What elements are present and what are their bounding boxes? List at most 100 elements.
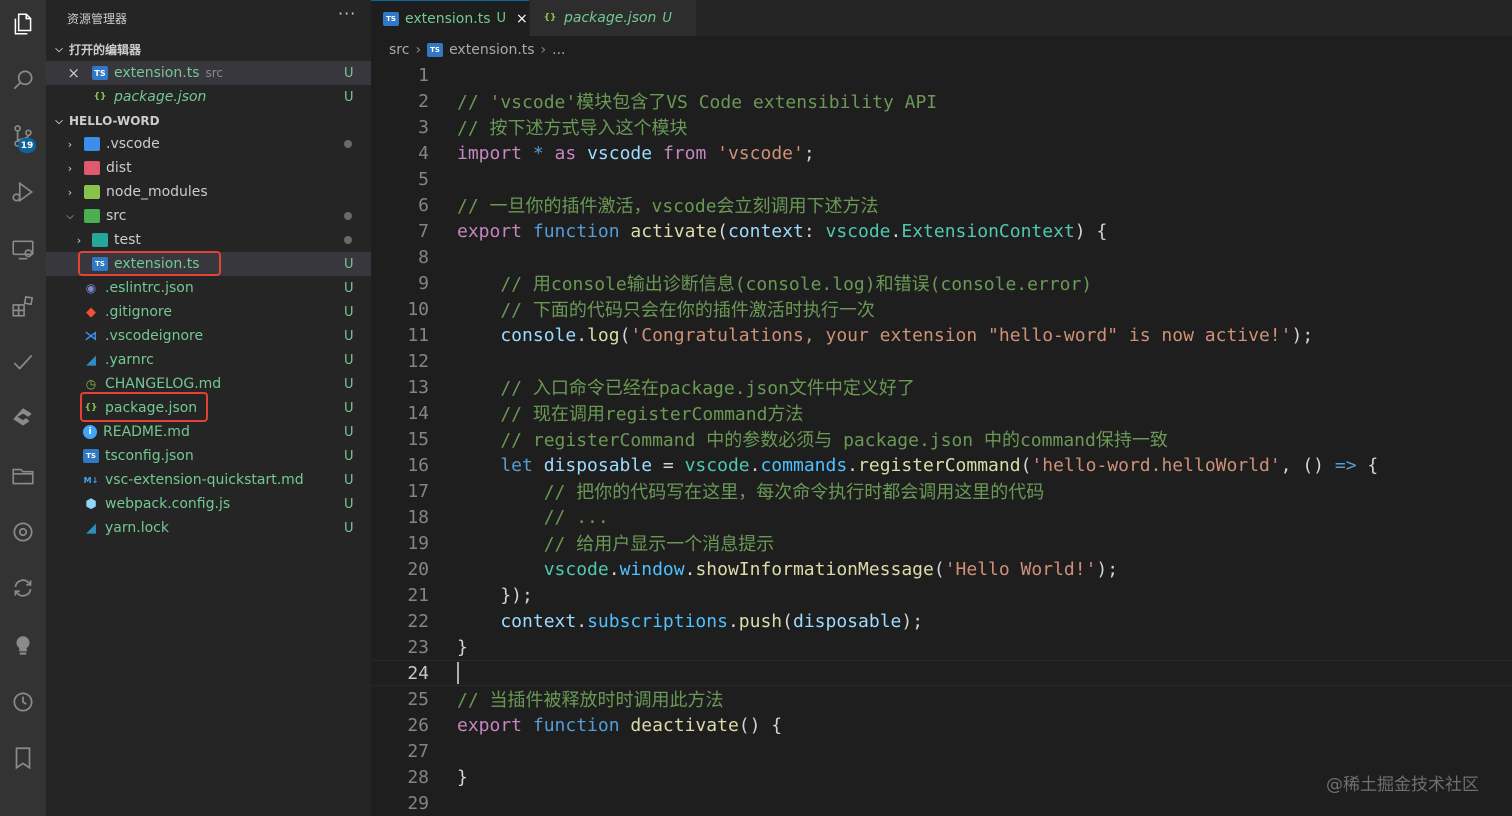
json-file-icon: {} [543, 13, 557, 23]
target-icon[interactable] [7, 516, 39, 548]
line-number: 26 [407, 714, 429, 736]
tree-file[interactable]: ◢ yarn.lock U [46, 516, 371, 540]
string: 'vscode' [706, 142, 804, 164]
more-actions-button[interactable]: ··· [338, 4, 356, 23]
code-line: 27 [371, 738, 1512, 764]
type: ExtensionContext [901, 220, 1075, 242]
explorer-icon[interactable] [7, 8, 39, 40]
string: 'Congratulations, your extension "hello-… [630, 324, 1292, 346]
code-line: 2 // 'vscode'模块包含了VS Code extensibility A… [371, 88, 1512, 114]
open-editor-item[interactable]: {} package.json U [46, 85, 371, 109]
parameter: context [727, 220, 804, 242]
punctuation: ); [1096, 558, 1119, 580]
identifier: vscode [576, 142, 663, 164]
folder-icon[interactable] [7, 460, 39, 492]
run-debug-icon[interactable] [7, 176, 39, 208]
json-file-icon: {} [93, 92, 107, 102]
punctuation: : [803, 220, 826, 242]
code-line: 20 vscode.window.showInformationMessage(… [371, 556, 1512, 582]
close-tab-icon[interactable]: × [516, 11, 528, 27]
code-line: 9 // 用console输出诊断信息(console.log)和错误(cons… [371, 270, 1512, 296]
line-number: 9 [418, 272, 429, 294]
line-number: 4 [418, 142, 429, 164]
open-editor-item[interactable]: × TS extension.ts src U [46, 61, 371, 85]
file-name: .yarnrc [105, 352, 154, 368]
tree-folder[interactable]: › test [46, 228, 371, 252]
operator: = [652, 454, 685, 476]
breadcrumb-symbol[interactable]: ... [552, 42, 565, 58]
line-number: 6 [418, 194, 429, 216]
function-name: showInformationMessage [695, 558, 934, 580]
punctuation: () { [738, 714, 783, 736]
sync-icon[interactable] [7, 572, 39, 604]
untracked-badge: U [344, 520, 354, 536]
yarn-icon: ◢ [86, 520, 96, 536]
untracked-badge: U [344, 256, 354, 272]
breadcrumb-folder[interactable]: src [389, 42, 409, 58]
comment: // 入口命令已经在package.json文件中定义好了 [457, 378, 915, 399]
file-name: package.json [114, 89, 207, 105]
line-number: 7 [418, 220, 429, 242]
line-number: 10 [407, 298, 429, 320]
line-number: 22 [407, 610, 429, 632]
tree-file[interactable]: TS tsconfig.json U [46, 444, 371, 468]
comment: // ... [457, 506, 609, 528]
breadcrumb-file[interactable]: extension.ts [449, 42, 534, 58]
testing-icon[interactable] [7, 346, 39, 378]
tree-file[interactable]: M↓ vsc-extension-quickstart.md U [46, 468, 371, 492]
tree-file[interactable]: i README.md U [46, 420, 371, 444]
line-number: 12 [407, 350, 429, 372]
git-icon: ◆ [86, 304, 96, 320]
typescript-file-icon: TS [92, 66, 108, 80]
type: vscode [825, 220, 891, 242]
live-share-icon[interactable] [7, 402, 39, 434]
string: 'Hello World!' [944, 558, 1097, 580]
function-name: registerCommand [858, 454, 1021, 476]
comment: // 'vscode'模块包含了VS Code extensibility AP… [457, 92, 938, 113]
tree-folder[interactable]: ⌵ src [46, 204, 371, 228]
tree-folder[interactable]: › node_modules [46, 180, 371, 204]
watermark: @稀土掘金技术社区 [1326, 775, 1479, 795]
tree-file[interactable]: ⬢ webpack.config.js U [46, 492, 371, 516]
modified-dot [344, 140, 352, 148]
identifier: disposable [532, 454, 653, 476]
punctuation: . [847, 454, 859, 476]
remote-explorer-icon[interactable] [7, 234, 39, 266]
bookmark-icon[interactable] [7, 742, 39, 774]
file-name: vsc-extension-quickstart.md [105, 472, 304, 488]
tree-file[interactable]: ⋊ .vscodeignore U [46, 324, 371, 348]
arrow: => [1334, 454, 1357, 476]
tree-file[interactable]: ◢ .yarnrc U [46, 348, 371, 372]
tab-package-json[interactable]: {} package.json U [530, 0, 696, 36]
tab-label: package.json [564, 10, 657, 26]
keyword: function [522, 714, 631, 736]
extensions-icon[interactable] [7, 290, 39, 322]
line-number: 18 [407, 506, 429, 528]
chevron-right-icon: › [415, 42, 422, 58]
punctuation: . [727, 610, 739, 632]
code-line: 15 // registerCommand 中的参数必须与 package.js… [371, 426, 1512, 452]
line-number: 5 [418, 168, 429, 190]
workspace-header[interactable]: ⌵ HELLO-WORD [46, 110, 371, 132]
code-text: }); [457, 584, 533, 606]
property: subscriptions [587, 610, 728, 632]
chevron-down-icon: ⌵ [55, 115, 63, 127]
timeline-icon[interactable] [7, 686, 39, 718]
tab-extension-ts[interactable]: TS extension.ts U × [371, 0, 529, 36]
close-icon[interactable]: × [46, 64, 80, 82]
identifier: disposable [793, 610, 902, 632]
file-name: .vscodeignore [105, 328, 204, 344]
tree-folder[interactable]: › .vscode [46, 132, 371, 156]
tree-folder[interactable]: › dist [46, 156, 371, 180]
punctuation: . [684, 558, 696, 580]
typescript-file-icon: TS [427, 43, 444, 57]
tree-file[interactable]: ◉ .eslintrc.json U [46, 276, 371, 300]
lightbulb-icon[interactable] [7, 630, 39, 662]
search-icon[interactable] [7, 64, 39, 96]
tree-file[interactable]: ◆ .gitignore U [46, 300, 371, 324]
line-number: 14 [407, 402, 429, 424]
line-number: 23 [407, 636, 429, 658]
untracked-badge: U [344, 472, 354, 488]
code-editor[interactable]: 1 2 // 'vscode'模块包含了VS Code extensibility… [371, 62, 1512, 816]
open-editors-header[interactable]: ⌵ 打开的编辑器 [46, 38, 371, 60]
